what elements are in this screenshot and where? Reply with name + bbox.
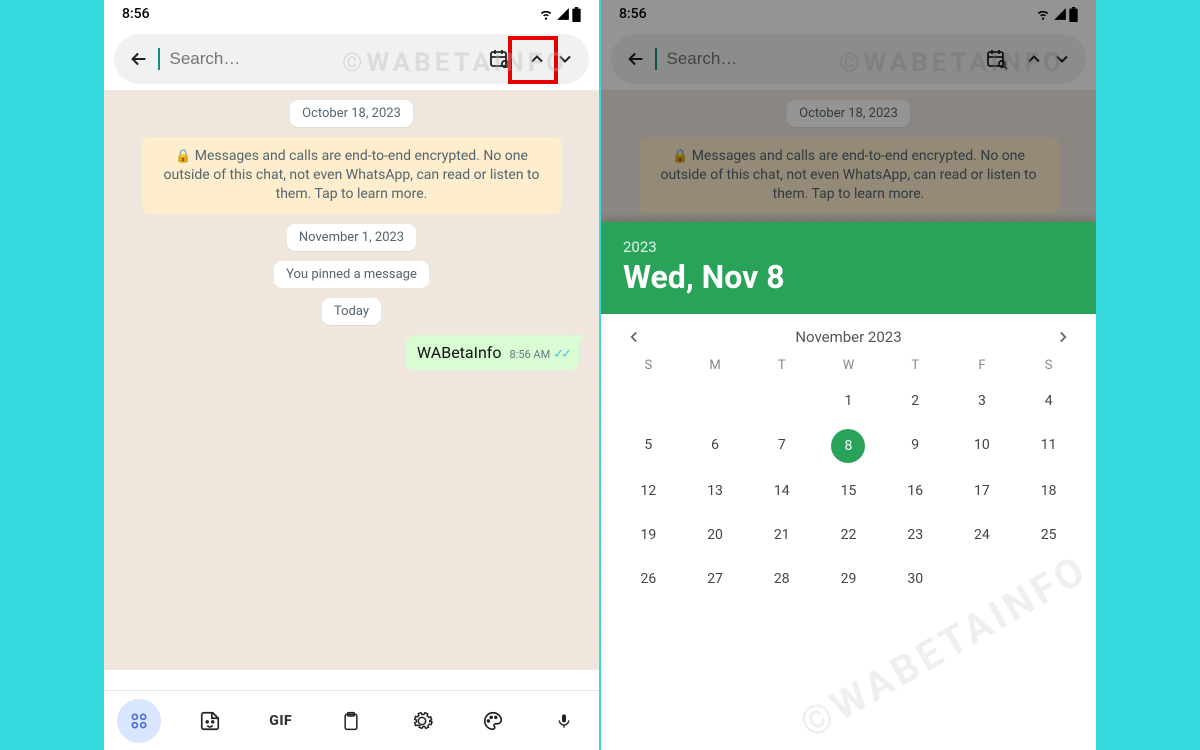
text-cursor bbox=[158, 48, 160, 70]
calendar-day[interactable]: 13 bbox=[682, 475, 749, 507]
calendar-grid: SMTWTFS...123456789101112131415161718192… bbox=[601, 352, 1096, 605]
day-of-week: W bbox=[815, 358, 882, 373]
calendar-day[interactable]: 12 bbox=[615, 475, 682, 507]
date-picker-year[interactable]: 2023 bbox=[623, 238, 1074, 256]
message-time: 8:56 AM bbox=[509, 348, 550, 361]
calendar-day[interactable]: 25 bbox=[1015, 519, 1082, 551]
day-of-week: T bbox=[748, 358, 815, 373]
calendar-day[interactable]: 26 bbox=[615, 563, 682, 595]
calendar-search-icon bbox=[488, 47, 512, 71]
gear-icon bbox=[411, 710, 433, 732]
settings-button[interactable] bbox=[400, 699, 444, 743]
chevron-left-icon bbox=[625, 328, 643, 346]
chevron-up-icon bbox=[527, 49, 547, 69]
clipboard-icon bbox=[341, 710, 361, 732]
calendar-day[interactable]: 7 bbox=[748, 429, 815, 463]
gif-button[interactable]: GIF bbox=[259, 699, 303, 743]
palette-icon bbox=[482, 710, 504, 732]
chevron-right-icon bbox=[1054, 328, 1072, 346]
message-text: WABetaInfo bbox=[417, 343, 502, 362]
calendar-day[interactable]: 30 bbox=[882, 563, 949, 595]
encryption-text: Messages and calls are end-to-end encryp… bbox=[164, 148, 540, 202]
sticker-icon bbox=[199, 710, 221, 732]
calendar-search-button[interactable] bbox=[481, 40, 519, 78]
search-next-button[interactable] bbox=[555, 49, 575, 69]
arrow-left-icon bbox=[128, 48, 150, 70]
date-picker-selected[interactable]: Wed, Nov 8 bbox=[623, 258, 1074, 296]
calendar-day[interactable]: 4 bbox=[1015, 385, 1082, 417]
battery-icon bbox=[572, 7, 581, 22]
theme-button[interactable] bbox=[471, 699, 515, 743]
month-label[interactable]: November 2023 bbox=[795, 328, 901, 346]
date-separator: November 1, 2023 bbox=[287, 224, 416, 251]
day-of-week: S bbox=[615, 358, 682, 373]
day-of-week: S bbox=[1015, 358, 1082, 373]
day-of-week: T bbox=[882, 358, 949, 373]
bottom-toolbar: GIF bbox=[104, 690, 599, 750]
calendar-day[interactable]: 16 bbox=[882, 475, 949, 507]
calendar-day[interactable]: 1 bbox=[815, 385, 882, 417]
calendar-day[interactable]: 2 bbox=[882, 385, 949, 417]
encryption-notice[interactable]: 🔒 Messages and calls are end-to-end encr… bbox=[142, 137, 562, 214]
next-month-button[interactable] bbox=[1054, 328, 1072, 346]
calendar-day[interactable]: 9 bbox=[882, 429, 949, 463]
message-outgoing[interactable]: WABetaInfo 8:56 AM ✓✓ bbox=[405, 335, 579, 370]
system-message: You pinned a message bbox=[274, 261, 429, 288]
date-separator: October 18, 2023 bbox=[290, 100, 413, 127]
calendar-day[interactable]: 18 bbox=[1015, 475, 1082, 507]
calendar-day[interactable]: 29 bbox=[815, 563, 882, 595]
signal-icon bbox=[556, 7, 570, 21]
chat-area: October 18, 2023 🔒 Messages and calls ar… bbox=[104, 90, 599, 670]
day-of-week: M bbox=[682, 358, 749, 373]
calendar-day[interactable]: 5 bbox=[615, 429, 682, 463]
emoji-button[interactable] bbox=[117, 699, 161, 743]
chevron-down-icon bbox=[555, 49, 575, 69]
clipboard-button[interactable] bbox=[329, 699, 373, 743]
mic-icon bbox=[556, 710, 572, 732]
calendar-day[interactable]: 10 bbox=[949, 429, 1016, 463]
calendar-day[interactable]: 17 bbox=[949, 475, 1016, 507]
date-separator: Today bbox=[322, 298, 381, 325]
wifi-icon bbox=[538, 7, 554, 21]
calendar-day[interactable]: 24 bbox=[949, 519, 1016, 551]
sticker-button[interactable] bbox=[188, 699, 232, 743]
calendar-day[interactable]: 19 bbox=[615, 519, 682, 551]
calendar-day[interactable]: 23 bbox=[882, 519, 949, 551]
grid-icon bbox=[129, 711, 149, 731]
calendar-day[interactable]: 15 bbox=[815, 475, 882, 507]
status-bar: 8:56 bbox=[104, 0, 599, 28]
search-prev-button[interactable] bbox=[527, 49, 547, 69]
calendar-day[interactable]: 21 bbox=[748, 519, 815, 551]
day-of-week: F bbox=[949, 358, 1016, 373]
date-picker-header: 2023 Wed, Nov 8 bbox=[601, 222, 1096, 314]
back-button[interactable] bbox=[128, 48, 150, 70]
calendar-day[interactable]: 20 bbox=[682, 519, 749, 551]
search-input[interactable] bbox=[170, 49, 474, 69]
calendar-day-selected[interactable]: 8 bbox=[831, 429, 865, 463]
calendar-day[interactable]: 11 bbox=[1015, 429, 1082, 463]
calendar-day[interactable]: 3 bbox=[949, 385, 1016, 417]
phone-left: 8:56 bbox=[104, 0, 599, 750]
calendar-day[interactable]: 27 bbox=[682, 563, 749, 595]
prev-month-button[interactable] bbox=[625, 328, 643, 346]
date-picker-nav: November 2023 bbox=[601, 314, 1096, 352]
status-icons bbox=[538, 7, 581, 22]
read-ticks-icon: ✓✓ bbox=[553, 347, 569, 362]
calendar-day[interactable]: 28 bbox=[748, 563, 815, 595]
calendar-day[interactable]: 14 bbox=[748, 475, 815, 507]
calendar-day[interactable]: 22 bbox=[815, 519, 882, 551]
date-picker: 2023 Wed, Nov 8 November 2023 SMTWTFS...… bbox=[601, 222, 1096, 750]
mic-button[interactable] bbox=[542, 699, 586, 743]
search-bar bbox=[114, 34, 589, 84]
clock: 8:56 bbox=[122, 6, 150, 22]
message-meta: 8:56 AM ✓✓ bbox=[509, 347, 569, 362]
phone-right: 8:56 bbox=[601, 0, 1096, 750]
calendar-day[interactable]: 6 bbox=[682, 429, 749, 463]
